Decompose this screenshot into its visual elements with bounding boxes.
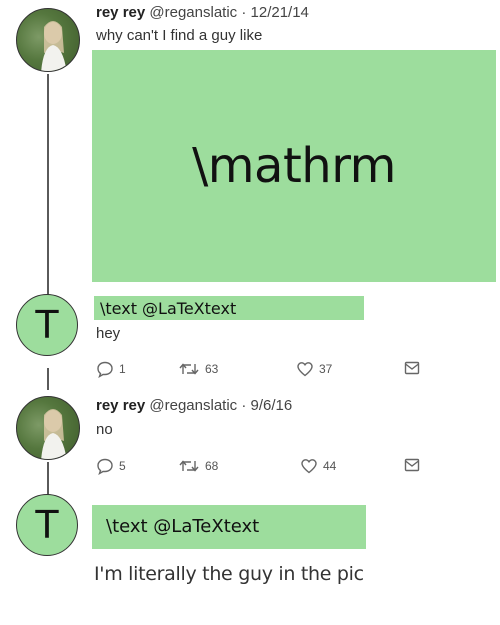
- reply-button[interactable]: 1: [96, 360, 126, 378]
- like-button[interactable]: 37: [296, 360, 332, 378]
- reply-count: 1: [119, 362, 126, 376]
- separator: ·: [241, 4, 247, 21]
- display-name[interactable]: rey rey: [96, 397, 145, 414]
- date[interactable]: 12/21/14: [251, 4, 309, 21]
- retweet-button[interactable]: 68: [178, 457, 218, 475]
- tweet3-header: rey rey @reganslatic · 9/6/16: [96, 397, 292, 414]
- avatar-letter: T: [35, 503, 59, 547]
- separator: ·: [241, 397, 247, 414]
- retweet-button[interactable]: 63: [178, 360, 218, 378]
- heart-icon: [301, 459, 317, 474]
- avatar-rey-rey[interactable]: [16, 396, 80, 460]
- like-button[interactable]: 44: [300, 457, 336, 475]
- date[interactable]: 9/6/16: [251, 397, 293, 414]
- avatar-letter: T: [35, 303, 59, 347]
- handle[interactable]: @reganslatic: [149, 397, 237, 414]
- overlay-label-text: \text @LaTeXtext: [100, 299, 237, 318]
- overlay-label-text: \text @LaTeXtext: [106, 516, 260, 537]
- like-count: 37: [319, 362, 333, 376]
- envelope-icon: [404, 458, 420, 472]
- avatar-latex[interactable]: T: [16, 294, 78, 356]
- reply-button[interactable]: 5: [96, 457, 126, 475]
- thread-line-2: [47, 368, 49, 390]
- message-button[interactable]: [404, 360, 420, 376]
- overlay-label: \text @LaTeXtext: [94, 296, 364, 320]
- display-name[interactable]: rey rey: [96, 4, 145, 21]
- message-button[interactable]: [404, 457, 420, 473]
- reply-icon: [97, 361, 113, 378]
- overlay-text: \mathrm: [192, 138, 396, 194]
- retweet-icon: [179, 363, 199, 375]
- tweet2-text: hey: [96, 325, 121, 342]
- tweet1-text: why can't I find a guy like: [96, 27, 263, 44]
- tweet1-header: rey rey @reganslatic · 12/21/14: [96, 4, 309, 21]
- profile-photo: [41, 409, 67, 459]
- reply-icon: [97, 458, 113, 475]
- reply-count: 5: [119, 459, 126, 473]
- like-count: 44: [323, 459, 337, 473]
- tweet3-text: no: [96, 421, 113, 438]
- profile-photo: [41, 21, 67, 71]
- tweet2-actions: 1 63 37: [96, 360, 436, 380]
- thread-line-1: [47, 74, 49, 302]
- overlay-label: \text @LaTeXtext: [92, 505, 366, 549]
- envelope-icon: [404, 361, 420, 375]
- retweet-count: 63: [205, 362, 219, 376]
- tweet4-text: I'm literally the guy in the pic: [94, 563, 364, 585]
- avatar-latex[interactable]: T: [16, 494, 78, 556]
- retweet-count: 68: [205, 459, 219, 473]
- overlay-box: \mathrm: [92, 50, 496, 282]
- tweet3-actions: 5 68 44: [96, 457, 436, 477]
- heart-icon: [297, 362, 313, 377]
- avatar-rey-rey[interactable]: [16, 8, 80, 72]
- retweet-icon: [179, 460, 199, 472]
- handle[interactable]: @reganslatic: [149, 4, 237, 21]
